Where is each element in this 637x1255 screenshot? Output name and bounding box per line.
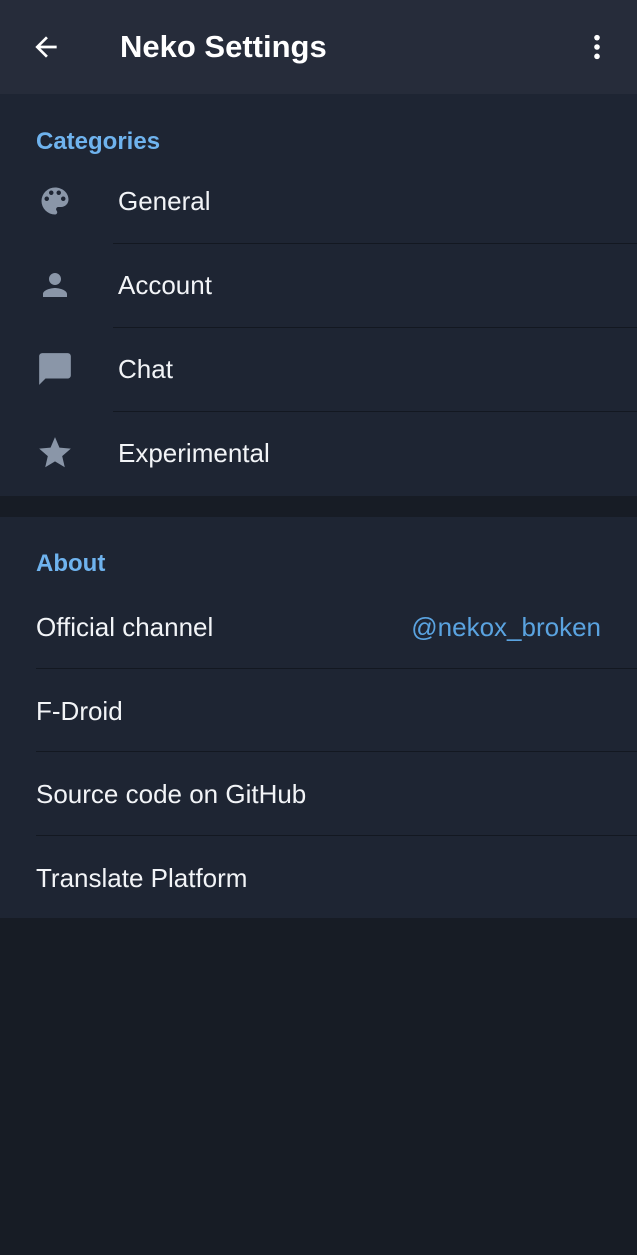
star-icon bbox=[36, 434, 74, 472]
palette-icon bbox=[36, 182, 74, 220]
category-label: Account bbox=[118, 270, 212, 300]
category-label: Experimental bbox=[118, 438, 270, 468]
category-item-account[interactable]: Account bbox=[0, 243, 637, 327]
back-button[interactable] bbox=[18, 19, 74, 75]
about-item-label: Translate Platform bbox=[36, 863, 248, 893]
chat-bubble-icon bbox=[36, 350, 74, 388]
settings-screen: Neko Settings Categories General Account… bbox=[0, 0, 637, 1255]
about-header: About bbox=[36, 550, 106, 577]
category-label: Chat bbox=[118, 354, 173, 384]
category-label: General bbox=[118, 186, 211, 216]
category-item-experimental[interactable]: Experimental bbox=[0, 411, 637, 495]
more-options-button[interactable] bbox=[572, 19, 622, 75]
person-icon bbox=[36, 266, 74, 304]
page-title: Neko Settings bbox=[120, 29, 327, 64]
about-item-official-channel[interactable]: Official channel @nekox_broken bbox=[0, 585, 637, 669]
about-item-label: Official channel bbox=[36, 612, 214, 642]
about-item-source-code[interactable]: Source code on GitHub bbox=[0, 752, 637, 836]
about-item-label: F-Droid bbox=[36, 696, 123, 726]
category-item-chat[interactable]: Chat bbox=[0, 327, 637, 411]
more-vert-icon bbox=[594, 34, 600, 60]
about-item-translate-platform[interactable]: Translate Platform bbox=[0, 836, 637, 920]
category-item-general[interactable]: General bbox=[0, 159, 637, 243]
about-item-label: Source code on GitHub bbox=[36, 779, 307, 809]
app-bar: Neko Settings bbox=[0, 0, 637, 94]
channel-handle-link[interactable]: @nekox_broken bbox=[411, 585, 601, 669]
about-section: About Official channel @nekox_broken F-D… bbox=[0, 517, 637, 918]
about-item-f-droid[interactable]: F-Droid bbox=[0, 669, 637, 753]
categories-section: Categories General Account Chat Experime… bbox=[0, 94, 637, 496]
categories-header: Categories bbox=[36, 128, 161, 155]
arrow-back-icon bbox=[35, 36, 57, 58]
